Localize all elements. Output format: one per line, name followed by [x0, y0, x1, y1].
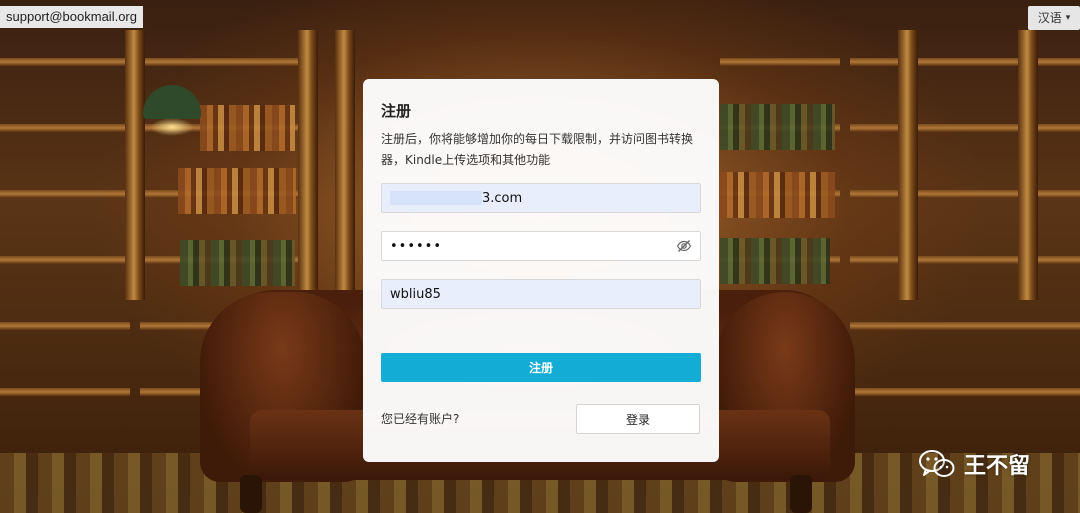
books-row	[720, 238, 830, 284]
eye-slash-icon[interactable]	[676, 238, 692, 254]
watermark-text: 王不留	[964, 454, 1031, 479]
login-button[interactable]: 登录	[576, 404, 700, 434]
redacted-mask	[390, 191, 482, 205]
books-row	[178, 168, 296, 214]
carved-pillar	[898, 30, 918, 300]
carved-pillar	[1018, 30, 1038, 300]
bookshelf-right-2	[850, 0, 1080, 453]
books-row	[720, 172, 835, 218]
carved-pillar	[298, 30, 318, 300]
password-value: ••••••	[390, 238, 443, 254]
register-button[interactable]: 注册	[381, 353, 701, 382]
account-email-label: support@bookmail.org	[0, 6, 143, 28]
email-value: 3.com	[482, 190, 523, 206]
books-row	[180, 240, 295, 286]
chevron-down-icon: ▾	[1065, 13, 1071, 23]
books-row	[720, 104, 835, 150]
email-field[interactable]: 3.com	[381, 183, 701, 213]
carved-pillar	[335, 30, 355, 300]
watermark: 王不留	[918, 448, 1030, 480]
password-field[interactable]: ••••••	[381, 231, 701, 261]
carved-pillar	[125, 30, 145, 300]
register-description: 注册后，你将能够增加你的每日下载限制，并访问图书转换器，Kindle上传选项和其…	[381, 132, 694, 167]
language-selector[interactable]: 汉语 ▾	[1028, 6, 1080, 30]
sofa-leg	[790, 475, 812, 513]
register-card: 注册 注册后，你将能够增加你的每日下载限制，并访问图书转换器，Kindle上传选…	[363, 79, 719, 462]
bookshelf-left	[0, 0, 130, 453]
username-field[interactable]: wbliu85	[381, 279, 701, 309]
language-label: 汉语	[1037, 11, 1062, 25]
username-value: wbliu85	[390, 286, 441, 302]
books-row	[200, 105, 295, 151]
sofa-leg	[240, 475, 262, 513]
register-title: 注册	[381, 102, 412, 120]
has-account-text: 您已经有账户?	[381, 412, 460, 426]
wechat-icon	[919, 450, 955, 477]
lamp-glow	[150, 118, 194, 136]
